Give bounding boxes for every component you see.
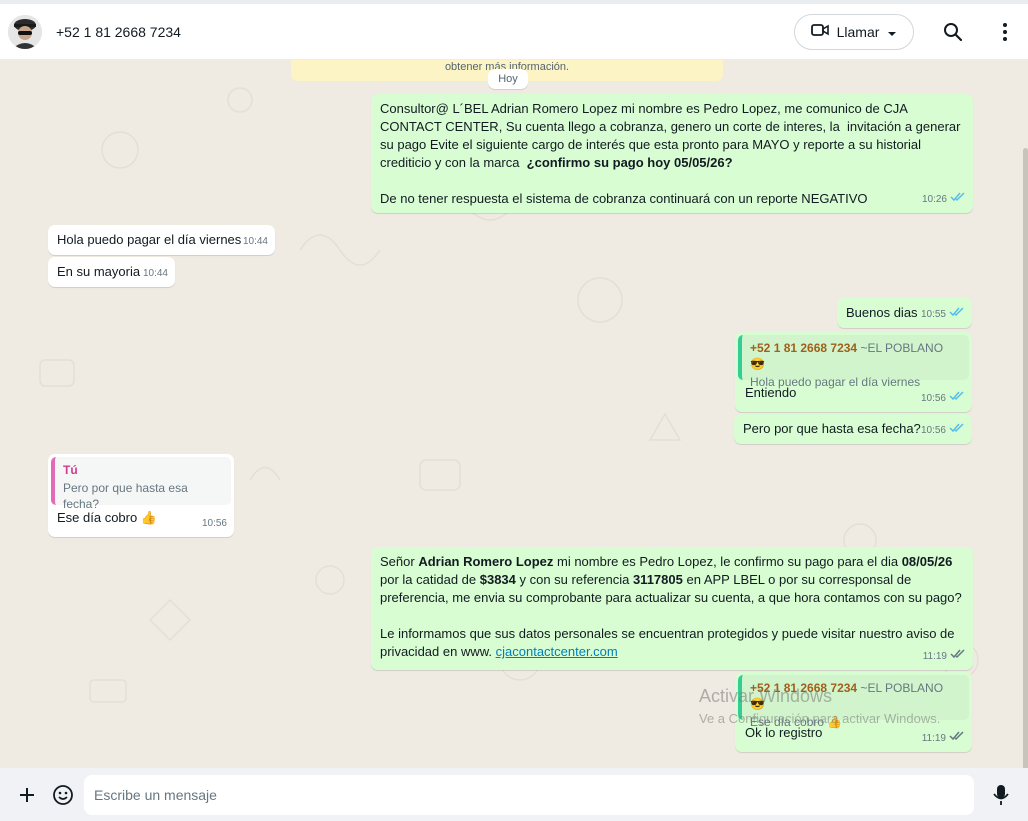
chat-header: +52 1 81 2668 7234 Llamar [0,0,1028,60]
delivered-ticks-icon [949,730,965,748]
message-text: Buenos dias [846,305,918,320]
contact-avatar[interactable] [8,14,42,49]
message-bubble-outgoing[interactable]: Consultor@ L´BEL Adrian Romero Lopez mi … [371,94,973,213]
quote-author: +52 1 81 2668 7234 [750,341,858,355]
message-text: Hola puedo pagar el día viernes [57,232,242,247]
message-meta: 10:56 [921,390,965,408]
message-meta: 11:19 [922,730,965,748]
read-ticks-icon [949,390,965,408]
read-ticks-icon [949,422,965,440]
read-ticks-icon [949,306,965,324]
chat-area: obtener más información. Hoy Consultor@ … [0,60,1028,768]
message-input[interactable] [84,774,974,815]
message-text: De no tener respuesta el sistema de cobr… [380,191,868,206]
quoted-message[interactable]: Tú Pero por que hasta esa fecha? [51,457,231,511]
message-text: Señor [380,554,419,569]
message-text-bold: 3117805 [632,572,683,587]
contact-name[interactable]: +52 1 81 2668 7234 [56,24,794,40]
message-text: mi nombre es Pedro Lopez, le confirmo su… [553,554,902,569]
date-chip: Hoy [488,69,528,89]
message-text: Ese día cobro 👍 [57,510,158,525]
message-time: 10:44 [142,268,168,279]
message-bubble-outgoing[interactable]: Buenos dias 10:55 [837,298,972,328]
watermark-subtitle: Ve a Configuración para activar Windows. [699,711,941,726]
quote-author: Tú [63,463,78,477]
message-text: Le informamos que sus datos personales s… [380,626,955,659]
windows-activation-watermark: Activar Windows Ve a Configuración para … [699,686,940,726]
quote-text: Hola puedo pagar el día viernes [750,375,921,389]
message-meta: 10:44 [243,233,268,251]
message-meta: 10:26 [922,191,966,209]
read-ticks-icon [950,191,966,209]
message-time: 11:19 [922,651,947,662]
watermark-title: Activar Windows [699,686,833,706]
message-meta: 11:19 [923,648,966,666]
message-meta: 10:44 [143,265,168,283]
message-bubble-incoming[interactable]: Hola puedo pagar el día viernes 10:44 [48,225,275,255]
call-label: Llamar [836,23,880,40]
menu-dots-icon[interactable] [992,19,1018,45]
chat-scrollbar[interactable] [1023,148,1028,768]
search-icon[interactable] [940,19,966,45]
message-time: 10:44 [242,236,268,247]
message-meta: 10:55 [921,306,965,324]
message-time: 10:26 [921,194,947,205]
message-meta: 10:56 [202,515,227,533]
message-text-bold: Adrian Romero Lopez [418,554,554,569]
message-composer [0,768,1028,821]
message-bubble-incoming[interactable]: En su mayoria 10:44 [48,257,175,287]
quote-text: Pero por que hasta esa fecha? [63,481,188,511]
message-time: 10:55 [920,309,946,320]
message-text-bold: ¿confirmo su pago hoy 05/05/26? [523,155,733,170]
message-bubble-incoming[interactable]: Tú Pero por que hasta esa fecha? Ese día… [48,454,234,537]
message-bubble-outgoing[interactable]: Pero por que hasta esa fecha? 10:56 [734,414,972,444]
message-time: 10:56 [920,425,946,436]
video-camera-icon [810,23,829,40]
message-text-bold: $3834 [479,572,516,587]
message-meta: 10:56 [921,422,965,440]
message-text: En su mayoria [57,264,141,279]
message-bubble-outgoing[interactable]: Señor Adrian Romero Lopez mi nombre es P… [371,547,973,670]
message-text-bold: 08/05/26 [901,554,953,569]
message-time: 11:19 [921,733,946,744]
sticker-icon[interactable] [48,780,78,810]
message-time: 10:56 [920,393,946,404]
message-text: Pero por que hasta esa fecha? [743,421,921,436]
chevron-down-icon [887,24,897,40]
message-time: 10:56 [201,518,227,529]
delivered-ticks-icon [950,648,966,666]
message-text: y con su referencia [515,572,633,587]
message-bubble-outgoing[interactable]: +52 1 81 2668 7234 ~EL POBLANO 😎 Hola pu… [735,332,972,412]
quoted-message[interactable]: +52 1 81 2668 7234 ~EL POBLANO 😎 Hola pu… [738,335,969,389]
privacy-link[interactable]: cjacontactcenter.com [496,644,618,659]
plus-icon[interactable] [12,780,42,810]
microphone-icon[interactable] [986,780,1016,810]
call-button[interactable]: Llamar [794,13,914,50]
